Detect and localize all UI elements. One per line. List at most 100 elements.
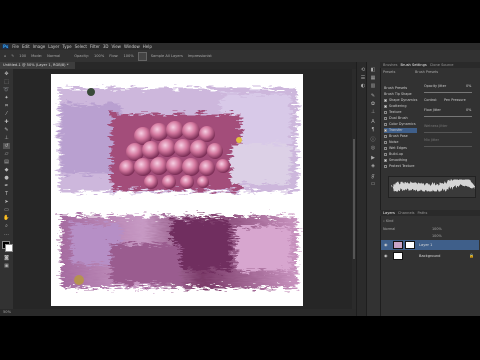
- layer-row-background[interactable]: ◉ Background 🔒: [381, 251, 479, 261]
- brushes-panel-icon[interactable]: ✿: [370, 102, 376, 107]
- zoom-level[interactable]: 50%: [3, 310, 11, 314]
- checkbox[interactable]: [384, 152, 387, 156]
- background-color-swatch[interactable]: [5, 244, 13, 252]
- impressionist-option[interactable]: Impressionist: [187, 54, 213, 58]
- crop-tool-icon[interactable]: ⌗: [3, 103, 10, 109]
- quick-select-tool-icon[interactable]: ✦: [3, 95, 10, 101]
- tab-brushes[interactable]: Brushes: [383, 63, 397, 67]
- character-panel-icon[interactable]: A: [370, 120, 376, 125]
- checkbox[interactable]: [384, 146, 387, 150]
- bs-row-smoothing[interactable]: Smoothing: [384, 158, 417, 163]
- bs-row-dual-brush[interactable]: Dual Brush: [384, 116, 417, 121]
- zoom-tool-icon[interactable]: ⌕: [3, 223, 10, 229]
- menu-type[interactable]: Type: [62, 44, 71, 49]
- move-tool-icon[interactable]: ✥: [3, 71, 10, 77]
- info-panel-icon[interactable]: ⓘ: [370, 138, 376, 143]
- bs-row-color-dynamics[interactable]: Color Dynamics: [384, 122, 417, 127]
- bs-row-build-up[interactable]: Build-up: [384, 152, 417, 157]
- checkbox[interactable]: [384, 164, 387, 168]
- menu-filter[interactable]: Filter: [90, 44, 100, 49]
- opacity-field[interactable]: 100%: [93, 54, 105, 58]
- bs-row-brush-presets[interactable]: Brush Presets: [384, 86, 417, 91]
- checkbox[interactable]: [384, 110, 387, 114]
- glyphs-panel-icon[interactable]: ℊ: [370, 174, 376, 179]
- flow-jitter-slider[interactable]: [424, 116, 472, 117]
- swatches-panel-icon[interactable]: ▦: [370, 76, 376, 81]
- blend-mode-select[interactable]: Normal: [383, 227, 395, 231]
- visibility-eye-icon[interactable]: ◉: [384, 254, 389, 258]
- sample-all-layers-checkbox[interactable]: Sample All Layers: [150, 54, 184, 58]
- bs-row-brush-pose[interactable]: Brush Pose: [384, 134, 417, 139]
- flow-field[interactable]: 100%: [122, 54, 134, 58]
- actions-panel-icon[interactable]: ▶: [370, 156, 376, 161]
- opacity-jitter-slider[interactable]: [424, 92, 472, 93]
- brush-tool-preset-icon[interactable]: ✎: [10, 54, 15, 58]
- brush-presets-button[interactable]: Brush Presets: [415, 70, 438, 74]
- control-select[interactable]: Pen Pressure: [444, 98, 466, 102]
- menu-edit[interactable]: Edit: [22, 44, 30, 49]
- bs-row-brush-tip-shape[interactable]: Brush Tip Shape: [384, 92, 417, 97]
- history-brush-tool-icon[interactable]: ↺: [3, 143, 10, 149]
- quick-mask-icon[interactable]: ◙: [3, 255, 10, 261]
- menu-select[interactable]: Select: [75, 44, 87, 49]
- bs-row-scattering[interactable]: Scattering: [384, 104, 417, 109]
- blur-tool-icon[interactable]: ◆: [3, 167, 10, 173]
- hand-tool-icon[interactable]: ✋: [3, 215, 10, 221]
- menu-layer[interactable]: Layer: [48, 44, 59, 49]
- bs-row-texture[interactable]: Texture: [384, 110, 417, 115]
- checkbox[interactable]: [384, 140, 387, 144]
- wetness-jitter-slider[interactable]: [424, 132, 472, 133]
- mix-jitter-slider[interactable]: [424, 146, 472, 147]
- timeline-panel-icon[interactable]: ▭: [370, 182, 376, 187]
- checkbox[interactable]: [384, 116, 387, 120]
- checkbox[interactable]: [384, 158, 387, 162]
- document-tab[interactable]: Untitled-1 @ 50% (Layer 1, RGB/8) *: [0, 62, 75, 69]
- checkbox[interactable]: [384, 98, 387, 102]
- menu-3d[interactable]: 3D: [103, 44, 109, 49]
- eyedropper-tool-icon[interactable]: ⁄: [3, 111, 10, 117]
- styles-panel-icon[interactable]: ◈: [370, 164, 376, 169]
- color-panel-icon[interactable]: ◧: [370, 68, 376, 73]
- menu-file[interactable]: File: [12, 44, 19, 49]
- tab-channels[interactable]: Channels: [398, 211, 415, 215]
- checkbox[interactable]: [384, 134, 387, 138]
- type-tool-icon[interactable]: T: [3, 191, 10, 197]
- navigator-panel-icon[interactable]: ◎: [370, 146, 376, 151]
- history-source-swatch[interactable]: [137, 51, 147, 61]
- tab-layers[interactable]: Layers: [383, 211, 395, 215]
- layer-row-layer-1[interactable]: ◉ Layer 1: [381, 240, 479, 250]
- checkbox[interactable]: [384, 104, 387, 108]
- layer-filter-kind[interactable]: ⌕ Kind: [383, 219, 393, 223]
- menu-view[interactable]: View: [111, 44, 121, 49]
- bs-row-noise[interactable]: Noise: [384, 140, 417, 145]
- tab-clone-source[interactable]: Clone Source: [430, 63, 454, 67]
- bs-row-transfer[interactable]: Transfer: [384, 128, 417, 133]
- eraser-tool-icon[interactable]: ▱: [3, 151, 10, 157]
- libraries-panel-icon[interactable]: ▥: [370, 84, 376, 89]
- clone-stamp-tool-icon[interactable]: ⊥: [3, 135, 10, 141]
- layer-opacity-field[interactable]: 100%: [432, 227, 442, 231]
- pen-tool-icon[interactable]: ✒: [3, 183, 10, 189]
- tab-brush-settings[interactable]: Brush Settings: [400, 63, 426, 67]
- document-canvas[interactable]: [51, 74, 303, 306]
- mode-select[interactable]: Normal: [46, 54, 61, 58]
- rectangle-tool-icon[interactable]: ▭: [3, 207, 10, 213]
- layer-mask-thumbnail[interactable]: [405, 241, 415, 249]
- path-select-tool-icon[interactable]: ➤: [3, 199, 10, 205]
- menu-window[interactable]: Window: [124, 44, 140, 49]
- checkbox[interactable]: [384, 122, 387, 126]
- home-icon[interactable]: ⌂: [3, 54, 7, 58]
- marquee-tool-icon[interactable]: ⬚: [3, 79, 10, 85]
- opacity-jitter-value[interactable]: 0%: [466, 84, 471, 88]
- flow-jitter-value[interactable]: 0%: [466, 108, 471, 112]
- visibility-eye-icon[interactable]: ◉: [384, 243, 389, 247]
- healing-tool-icon[interactable]: ✚: [3, 119, 10, 125]
- tab-paths[interactable]: Paths: [418, 211, 428, 215]
- checkbox[interactable]: [384, 128, 387, 132]
- clone-source-panel-icon[interactable]: ⊥: [370, 110, 376, 115]
- lasso-tool-icon[interactable]: ➰: [3, 87, 10, 93]
- layer-fill-field[interactable]: 100%: [432, 234, 442, 238]
- menu-help[interactable]: Help: [143, 44, 152, 49]
- presets-button[interactable]: Presets: [383, 70, 395, 74]
- brush-size-value[interactable]: 100: [18, 54, 27, 58]
